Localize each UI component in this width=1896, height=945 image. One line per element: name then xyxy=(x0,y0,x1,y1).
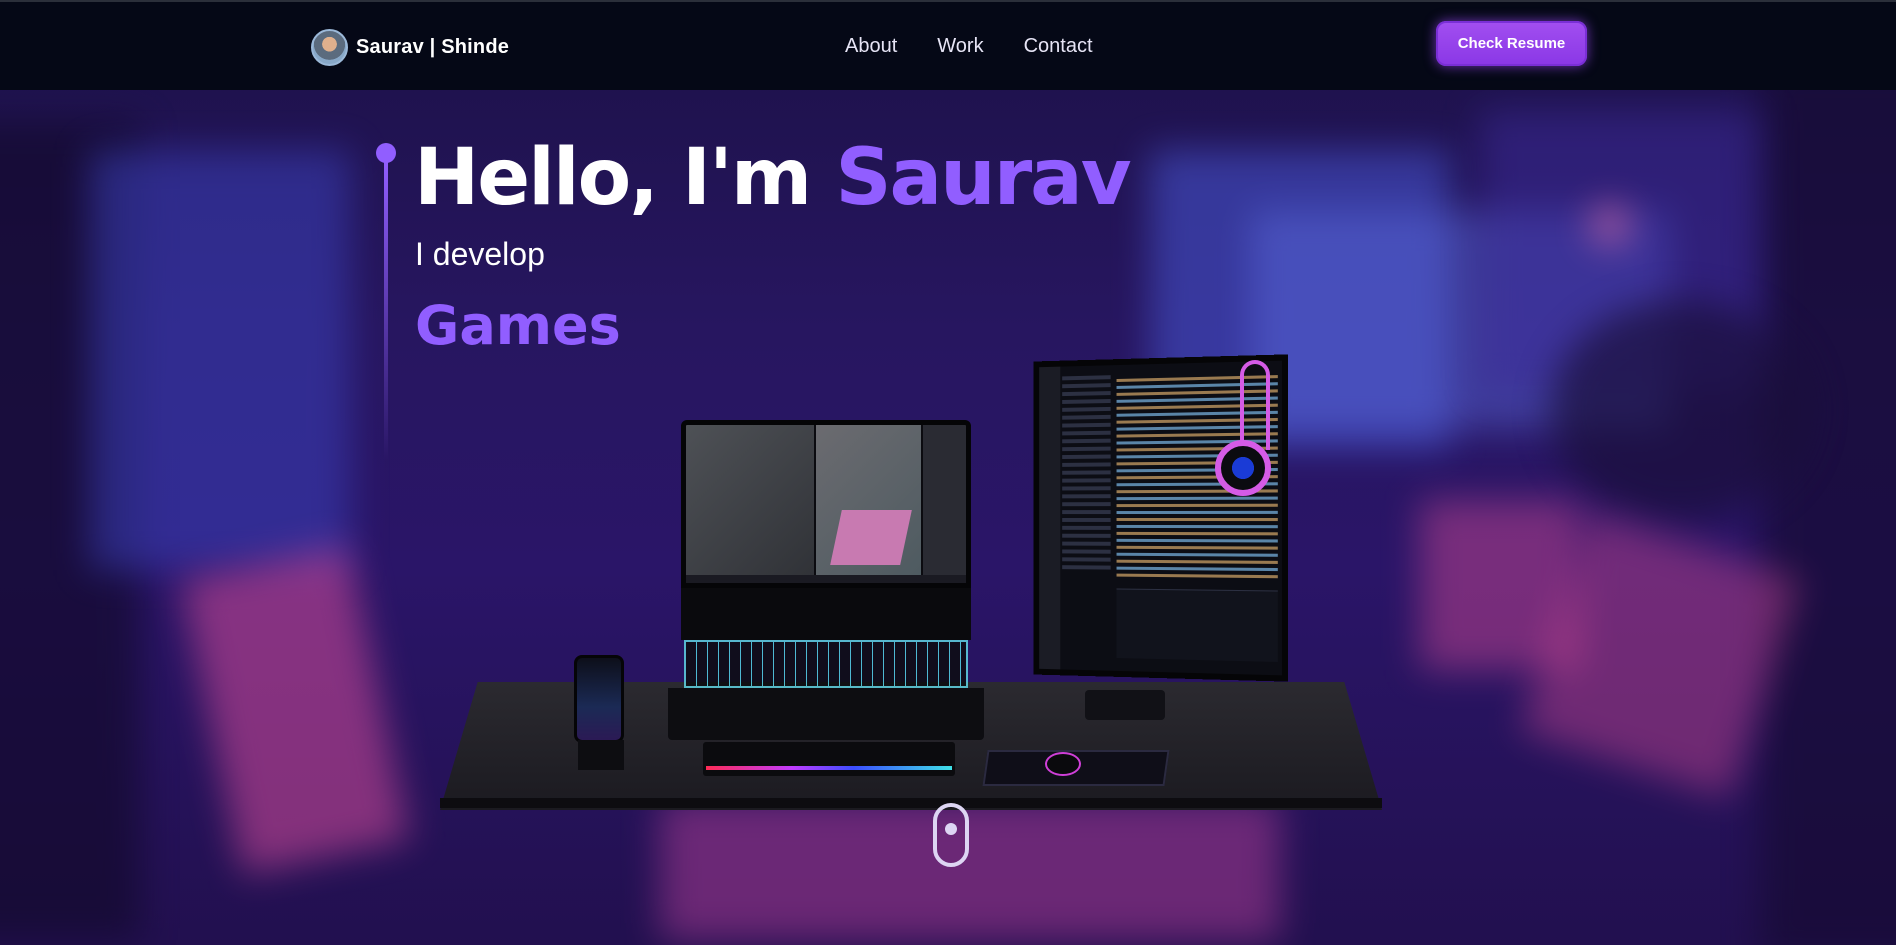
scroll-mouse-icon[interactable] xyxy=(933,803,969,867)
monitor-file-tree xyxy=(1062,375,1111,574)
laptop-base xyxy=(668,688,984,740)
background-window-left xyxy=(90,150,350,570)
main-nav: About Work Contact xyxy=(845,35,1093,58)
nav-link-contact[interactable]: Contact xyxy=(1024,35,1093,58)
hero-name: Saurav xyxy=(835,133,1131,223)
hero-greeting: Hello, I'm xyxy=(414,133,836,223)
nav-link-work[interactable]: Work xyxy=(937,35,983,58)
background-shadow-right xyxy=(1760,60,1896,945)
background-plant xyxy=(1550,300,1810,520)
top-navbar: Saurav | Shinde About Work Contact Check… xyxy=(0,0,1896,90)
laptop-screen-panel xyxy=(923,425,966,583)
laptop-taskbar xyxy=(686,575,966,583)
brand-name: Saurav | Shinde xyxy=(356,36,510,58)
monitor-terminal xyxy=(1116,588,1278,662)
desk-edge xyxy=(440,798,1382,808)
background-lamp xyxy=(1590,205,1630,245)
rgb-keyboard xyxy=(703,742,955,776)
laptop-screen-pink-desk xyxy=(830,510,912,565)
brand-home-link[interactable]: Saurav | Shinde xyxy=(311,29,509,66)
hero-role-typewriter: Games xyxy=(415,294,621,357)
background-chair xyxy=(180,545,410,875)
nav-link-about[interactable]: About xyxy=(845,35,897,58)
gaming-mouse xyxy=(1045,752,1081,776)
laptop-bezel xyxy=(681,588,971,640)
monitor-activity-bar xyxy=(1039,366,1061,670)
monitor-stand xyxy=(1085,690,1165,720)
scroll-dot xyxy=(945,823,957,835)
laptop-screen xyxy=(681,420,971,588)
hero-timeline-line xyxy=(384,160,388,460)
check-resume-button[interactable]: Check Resume xyxy=(1436,21,1587,66)
hero-subtitle: I develop xyxy=(415,236,545,272)
rgb-keyboard-lights xyxy=(706,766,952,770)
laptop-screen-viewport-left xyxy=(686,425,814,583)
headset-band xyxy=(1240,360,1270,450)
hero-title: Hello, I'm Saurav xyxy=(414,133,1132,223)
user-avatar-icon xyxy=(311,29,348,66)
headset-icon xyxy=(1215,440,1271,496)
phone-stand xyxy=(578,740,624,770)
phone xyxy=(574,655,624,743)
background-floor-light xyxy=(660,800,1280,940)
laptop-keyboard xyxy=(684,640,968,688)
